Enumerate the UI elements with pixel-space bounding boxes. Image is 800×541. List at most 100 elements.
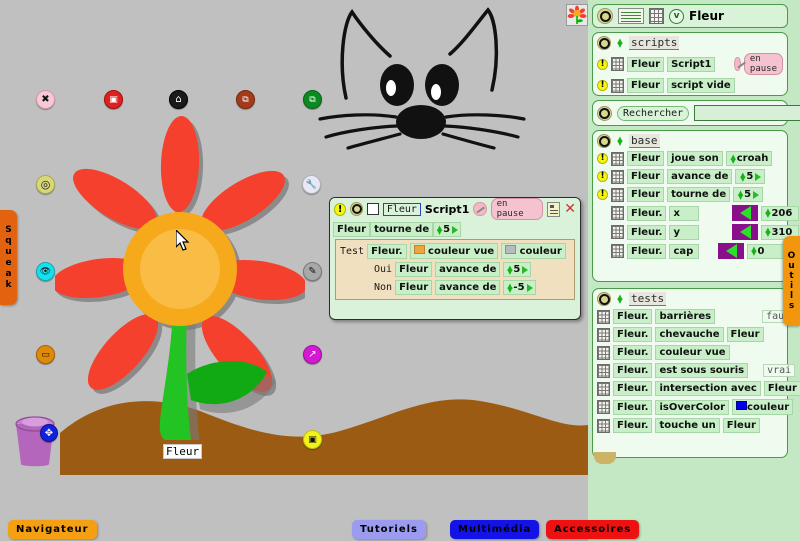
viewer-row[interactable]: Fleur. isOverColor couleur [597,399,794,415]
row-prop[interactable]: touche un [655,418,720,433]
row-verb[interactable]: avance de [667,169,733,184]
row-object[interactable]: Fleur [627,169,665,184]
yes-number[interactable]: ▲ ▼ 5 [503,262,532,277]
close-icon[interactable]: ✕ [564,202,576,216]
script-titlebar[interactable]: ! Fleur Script1 en pause ✕ [330,198,580,220]
dock-button-accessoires[interactable]: Accessoires [546,520,640,539]
category-stepper-icon[interactable]: ▲ ▼ [616,294,624,305]
script-clock-icon[interactable] [473,202,487,216]
test-no-row[interactable]: Non Fleur avance de ▲ ▼ -5 [374,280,570,295]
viewer-row[interactable]: ! Fleur tourne de ▲ ▼ 5 [597,187,783,202]
object-viewer-panel[interactable]: v Fleur ▲ ▼ scripts ! Fleur Script1 en pa… [588,0,800,541]
row-arg[interactable]: Fleur [763,381,800,396]
world-canvas[interactable]: Fleur ✖ ▣ ⌂ ⧉ ⧉ ◎ 🔧 👁 ✎ ▭ ↗ ▣ ✥ Squeak !… [0,0,588,541]
row-object[interactable]: Fleur. [613,399,653,415]
viewer-list-icon[interactable] [618,8,644,24]
stepper-arrows-icon[interactable]: ▲ ▼ [739,171,746,182]
category-menu-icon[interactable] [597,134,611,148]
row-object[interactable]: Fleur [627,187,665,202]
row-grid-icon[interactable] [611,57,624,71]
halo-copy-icon[interactable]: ⧉ [303,90,322,109]
dock-button-multimedia[interactable]: Multimédia [450,520,540,539]
category-header[interactable]: ▲ ▼ scripts [597,36,783,50]
viewer-row[interactable]: ! Fleur joue son ▲ ▼ croah [597,151,783,166]
play-triangle-icon[interactable] [526,283,533,292]
test-target-color[interactable]: couleur [501,243,566,259]
row-object[interactable]: Fleur [627,56,665,72]
no-number[interactable]: ▲ ▼ -5 [503,280,536,295]
dock-button-tutoriels[interactable]: Tutoriels [352,520,427,539]
row-grid-icon[interactable] [597,400,610,414]
seen-color-swatch-icon[interactable] [413,245,425,254]
viewer-row[interactable]: Fleur. touche un Fleur [597,418,783,433]
row-object[interactable]: Fleur. [627,205,667,221]
category-menu-icon[interactable] [597,292,611,306]
viewer-search-panel[interactable]: Rechercher [592,100,800,126]
test-block[interactable]: Test Fleur. couleur vue couleur Oui Fleu… [335,239,575,300]
stepper-arrows-icon[interactable]: ▲ ▼ [436,224,443,235]
row-grid-icon[interactable] [611,187,624,202]
row-label[interactable]: script vide [667,78,735,93]
row-grid-icon[interactable] [597,418,610,433]
category-header[interactable]: ▲ ▼ base [597,134,783,148]
stepper-arrows-icon[interactable]: ▲ ▼ [506,264,513,275]
row-value[interactable]: ▲ ▼ 5 [735,169,766,184]
viewer-grid-icon[interactable] [649,8,664,24]
play-triangle-icon[interactable] [753,190,760,199]
yes-number-value[interactable]: 5 [513,264,520,275]
category-name[interactable]: base [629,134,660,148]
row-grid-icon[interactable] [611,244,624,258]
stepper-arrows-icon[interactable]: ▲ ▼ [506,282,513,293]
row-object[interactable]: Fleur. [613,418,653,433]
yes-verb[interactable]: avance de [435,262,501,277]
row-grid-icon[interactable] [611,225,624,239]
assign-arrow-icon[interactable] [732,224,759,240]
viewer-category-tests[interactable]: ▲ ▼ tests Fleur. barrières faux Fleur. ch… [592,288,800,458]
viewer-header[interactable]: v Fleur [592,4,788,28]
row-arg[interactable]: Fleur [722,418,760,433]
row-prop[interactable]: est sous souris [655,363,749,378]
halo-debug-icon[interactable]: 🔧 [302,175,321,194]
dock-button-navigateur[interactable]: Navigateur [8,520,97,539]
halo-eye-icon[interactable]: 👁 [36,262,55,281]
stepper-arrows-icon[interactable]: ▲ ▼ [737,189,744,200]
category-menu-icon[interactable] [597,36,611,50]
row-status-badge[interactable]: en pause [743,53,783,75]
viewer-row[interactable]: Fleur. y ▲ ▼ 310 [597,224,800,240]
assign-arrow-icon[interactable] [718,243,745,259]
tile-verb[interactable]: tourne de [370,222,434,237]
viewer-menu-icon[interactable] [597,8,613,24]
tile-number-value[interactable]: 5 [443,224,450,235]
script-checkbox[interactable] [367,203,379,215]
viewer-row[interactable]: Fleur. barrières faux [597,309,795,324]
row-object[interactable]: Fleur. [613,363,653,378]
row-prop[interactable]: x [669,205,700,221]
category-stepper-icon[interactable]: ▲ ▼ [616,136,624,147]
row-grid-icon[interactable] [611,206,624,220]
test-condition-row[interactable]: Test Fleur. couleur vue couleur [340,243,570,259]
viewer-category-scripts[interactable]: ▲ ▼ scripts ! Fleur Script1 en pause ! Fl… [592,32,788,96]
halo-paint-icon[interactable]: ✎ [303,262,322,281]
test-yes-row[interactable]: Oui Fleur avance de ▲ ▼ 5 [374,262,570,277]
viewer-row[interactable]: ! Fleur avance de ▲ ▼ 5 [597,169,783,184]
stepper-arrows-icon[interactable]: ▲ ▼ [764,208,771,219]
stepper-arrows-icon[interactable]: ▲ ▼ [750,246,757,257]
flower-sprite[interactable] [55,110,305,440]
squeak-flap-tab[interactable]: Squeak [0,210,17,305]
row-object[interactable]: Fleur. [613,381,653,396]
viewer-row[interactable]: ! Fleur script vide [597,78,783,93]
play-triangle-icon[interactable] [452,225,459,234]
row-bang-icon[interactable]: ! [597,189,608,200]
row-clock-icon[interactable] [734,57,741,71]
halo-name-icon[interactable]: ▣ [303,430,322,449]
category-name[interactable]: scripts [629,36,680,50]
row-prop[interactable]: couleur vue [655,345,730,360]
play-triangle-icon[interactable] [755,172,762,181]
color-swatch-icon[interactable] [736,401,748,410]
row-grid-icon[interactable] [611,169,624,184]
row-prop[interactable]: chevauche [655,327,724,342]
row-grid-icon[interactable] [597,327,610,342]
viewer-thumbnail-icon[interactable] [566,4,588,26]
stepper-arrows-icon[interactable]: ▲ ▼ [730,153,737,164]
row-value[interactable]: ▲ ▼ croah [725,151,773,166]
